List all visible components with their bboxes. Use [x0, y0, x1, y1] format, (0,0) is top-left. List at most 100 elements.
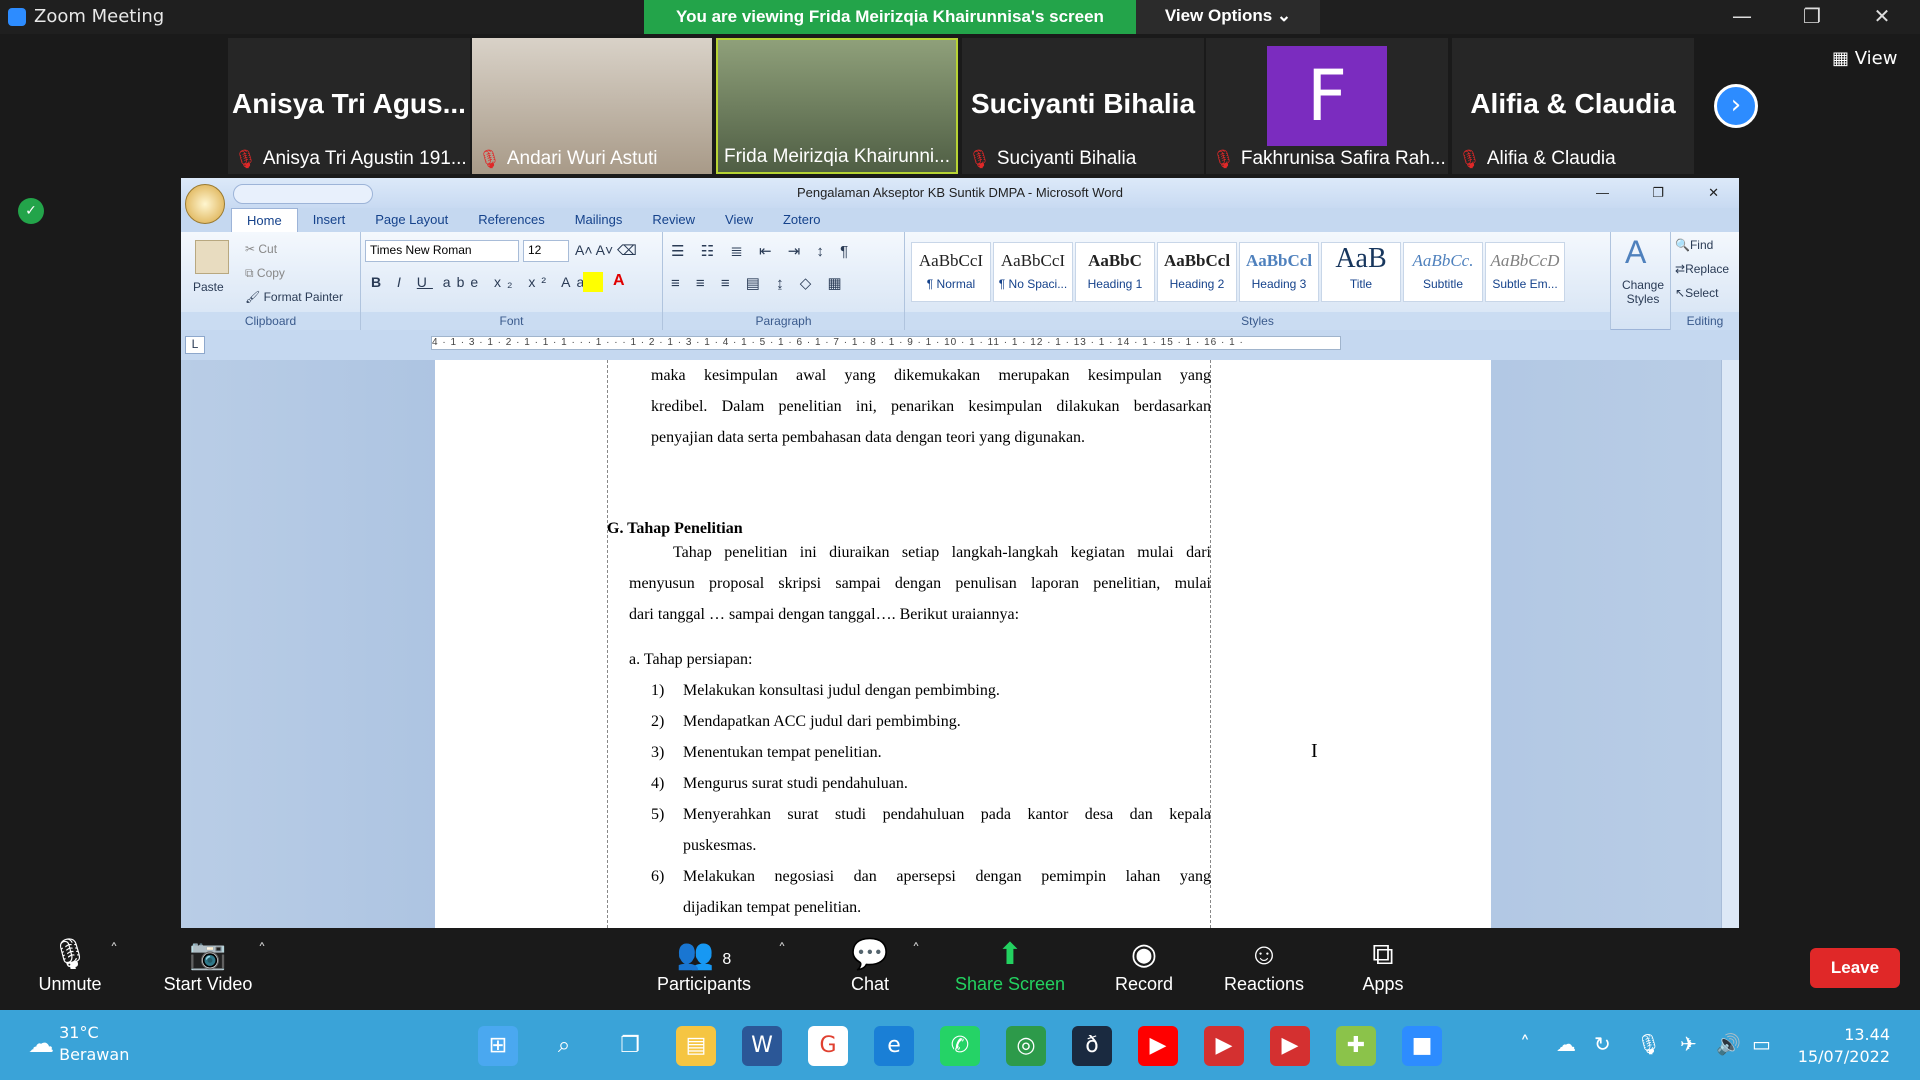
app-icon[interactable]: ð [1072, 1026, 1112, 1066]
apps-button[interactable]: ⧉ Apps [1350, 936, 1416, 995]
word-close-icon[interactable]: ✕ [1708, 178, 1719, 208]
task-view-icon[interactable]: ❐ [610, 1026, 650, 1066]
tab-review[interactable]: Review [637, 208, 710, 232]
word-minimize-icon[interactable]: — [1596, 178, 1609, 208]
next-page-icon[interactable]: › [1714, 84, 1758, 128]
edge-icon[interactable]: e [874, 1026, 914, 1066]
start-video-button[interactable]: 📷 Start Video [158, 936, 258, 995]
align-buttons[interactable]: ≡ ≡ ≡ ▤ ↨ ◇ ▦ [671, 274, 848, 292]
tab-mailings[interactable]: Mailings [560, 208, 638, 232]
battery-icon[interactable]: ▭ [1752, 1032, 1771, 1056]
document-page[interactable]: maka kesimpulan awal yang dikemukakan me… [435, 360, 1491, 928]
find-button[interactable]: 🔍Find [1675, 238, 1713, 252]
change-styles-icon[interactable]: A [1625, 234, 1646, 271]
grow-font-icon[interactable]: A˄ A˅ ⌫ [575, 242, 637, 259]
app-icon[interactable]: ◎ [1006, 1026, 1046, 1066]
quick-access-toolbar[interactable] [233, 184, 373, 204]
paste-icon[interactable] [195, 240, 229, 274]
office-button[interactable] [185, 184, 225, 224]
tab-selector-icon[interactable]: L [185, 336, 205, 354]
participant-tile[interactable]: 🎙 Andari Wuri Astuti [472, 38, 712, 174]
windows-start-icon[interactable]: ⊞ [478, 1026, 518, 1066]
encryption-shield-icon[interactable]: ✓ [18, 198, 44, 224]
participant-tile[interactable]: Anisya Tri Agus... 🎙 Anisya Tri Agustin 1… [228, 38, 470, 174]
copy-label: Copy [256, 266, 285, 280]
mic-icon[interactable]: 🎙 [1636, 1032, 1661, 1056]
share-screen-button[interactable]: ⬆ Share Screen [950, 936, 1070, 995]
doc-line: dari tanggal … sampai dengan tanggal…. B… [629, 606, 1020, 623]
whatsapp-icon[interactable]: ✆ [940, 1026, 980, 1066]
participants-count: 8 [722, 951, 732, 968]
vertical-scrollbar[interactable] [1721, 360, 1739, 928]
font-name-input[interactable]: Times New Roman [365, 240, 519, 262]
video-options-caret-icon[interactable]: ˄ [258, 940, 266, 959]
select-button[interactable]: ↖Select [1675, 286, 1718, 300]
tab-view[interactable]: View [710, 208, 768, 232]
chat-button[interactable]: 💬 Chat [830, 936, 910, 995]
style-heading-2[interactable]: AaBbCcl Heading 2 [1157, 242, 1237, 302]
clock[interactable]: 13.44 15/07/2022 [1790, 1024, 1890, 1068]
participants-caret-icon[interactable]: ˄ [778, 940, 786, 959]
airplane-mode-icon[interactable]: ✈ [1680, 1032, 1697, 1056]
participant-tile[interactable]: Suciyanti Bihalia 🎙 Suciyanti Bihalia [962, 38, 1204, 174]
horizontal-ruler[interactable]: 4 · 1 · 3 · 1 · 2 · 1 · 1 · 1 · · · 1 · … [431, 336, 1341, 350]
highlight-icon[interactable] [583, 272, 603, 292]
view-button[interactable]: ▦ View [1832, 48, 1897, 69]
font-size-input[interactable]: 12 [523, 240, 569, 262]
editing-group: 🔍Find ⇄Replace ↖Select Editing [1671, 232, 1739, 330]
list-buttons[interactable]: ☰ ☷ ≣ ⇤ ⇥ ↕ ¶ [671, 242, 854, 260]
restore-icon[interactable]: ❐ [1792, 4, 1832, 28]
minimize-icon[interactable]: — [1722, 4, 1762, 28]
audio-options-caret-icon[interactable]: ˄ [110, 940, 118, 959]
word-icon[interactable]: W [742, 1026, 782, 1066]
style-title[interactable]: AaB Title [1321, 242, 1401, 302]
tab-home[interactable]: Home [231, 208, 298, 232]
file-explorer-icon[interactable]: ▤ [676, 1026, 716, 1066]
participants-label: Participants [656, 974, 752, 994]
record-button[interactable]: ◉ Record [1104, 936, 1184, 995]
close-icon[interactable]: ✕ [1862, 4, 1902, 28]
tab-references[interactable]: References [463, 208, 559, 232]
tab-insert[interactable]: Insert [298, 208, 361, 232]
style-heading-3[interactable]: AaBbCcl Heading 3 [1239, 242, 1319, 302]
change-styles-button[interactable]: Change Styles [1615, 278, 1671, 306]
unmute-button[interactable]: 🎙 Unmute [30, 936, 110, 995]
weather-widget[interactable]: ☁ 31°C Berawan [28, 1022, 129, 1066]
participants-button[interactable]: 👥 8 Participants [654, 936, 754, 995]
style-subtle-emphasis[interactable]: AaBbCcD Subtle Em... [1485, 242, 1565, 302]
video-app-icon[interactable]: ▶ [1204, 1026, 1244, 1066]
font-format-buttons[interactable]: B I U abe x₂ x² Aa [371, 274, 590, 290]
font-color-icon[interactable]: A [613, 272, 625, 290]
tab-page-layout[interactable]: Page Layout [360, 208, 463, 232]
search-icon[interactable]: ⌕ [544, 1026, 584, 1066]
paste-button[interactable]: Paste [193, 280, 224, 294]
chat-caret-icon[interactable]: ˄ [912, 940, 920, 959]
zoom-taskbar-icon[interactable]: ■ [1402, 1026, 1442, 1066]
style-subtitle[interactable]: AaBbCc. Subtitle [1403, 242, 1483, 302]
view-options-button[interactable]: View Options ⌄ [1136, 0, 1320, 34]
app-icon[interactable]: ✚ [1336, 1026, 1376, 1066]
format-painter-button[interactable]: 🖌 Format Painter [245, 290, 343, 304]
reactions-button[interactable]: ☺ Reactions [1216, 936, 1312, 995]
replace-button[interactable]: ⇄Replace [1675, 262, 1729, 276]
word-restore-icon[interactable]: ❐ [1652, 178, 1664, 208]
video-app-icon[interactable]: ▶ [1270, 1026, 1310, 1066]
volume-icon[interactable]: 🔊 [1716, 1032, 1741, 1056]
tab-zotero[interactable]: Zotero [768, 208, 836, 232]
cut-button[interactable]: ✂ Cut [245, 242, 277, 256]
copy-button[interactable]: ⧉ Copy [245, 266, 285, 281]
style-normal[interactable]: AaBbCcI ¶ Normal [911, 242, 991, 302]
onedrive-icon[interactable]: ☁ [1556, 1032, 1576, 1056]
style-no-spacing[interactable]: AaBbCcI ¶ No Spaci... [993, 242, 1073, 302]
binoculars-icon: 🔍 [1675, 238, 1690, 252]
participant-tile[interactable]: F 🎙 Fakhrunisa Safira Rah... [1206, 38, 1448, 174]
style-heading-1[interactable]: AaBbC Heading 1 [1075, 242, 1155, 302]
chrome-icon[interactable]: G [808, 1026, 848, 1066]
copy-icon: ⧉ [245, 266, 257, 280]
leave-button[interactable]: Leave [1810, 948, 1900, 988]
sync-icon[interactable]: ↻ [1594, 1032, 1611, 1056]
youtube-icon[interactable]: ▶ [1138, 1026, 1178, 1066]
tray-chevron-icon[interactable]: ˄ [1520, 1032, 1530, 1056]
participant-tile-active[interactable]: Frida Meirizqia Khairunni... [716, 38, 958, 174]
participant-tile[interactable]: Alifia & Claudia 🎙 Alifia & Claudia [1452, 38, 1694, 174]
